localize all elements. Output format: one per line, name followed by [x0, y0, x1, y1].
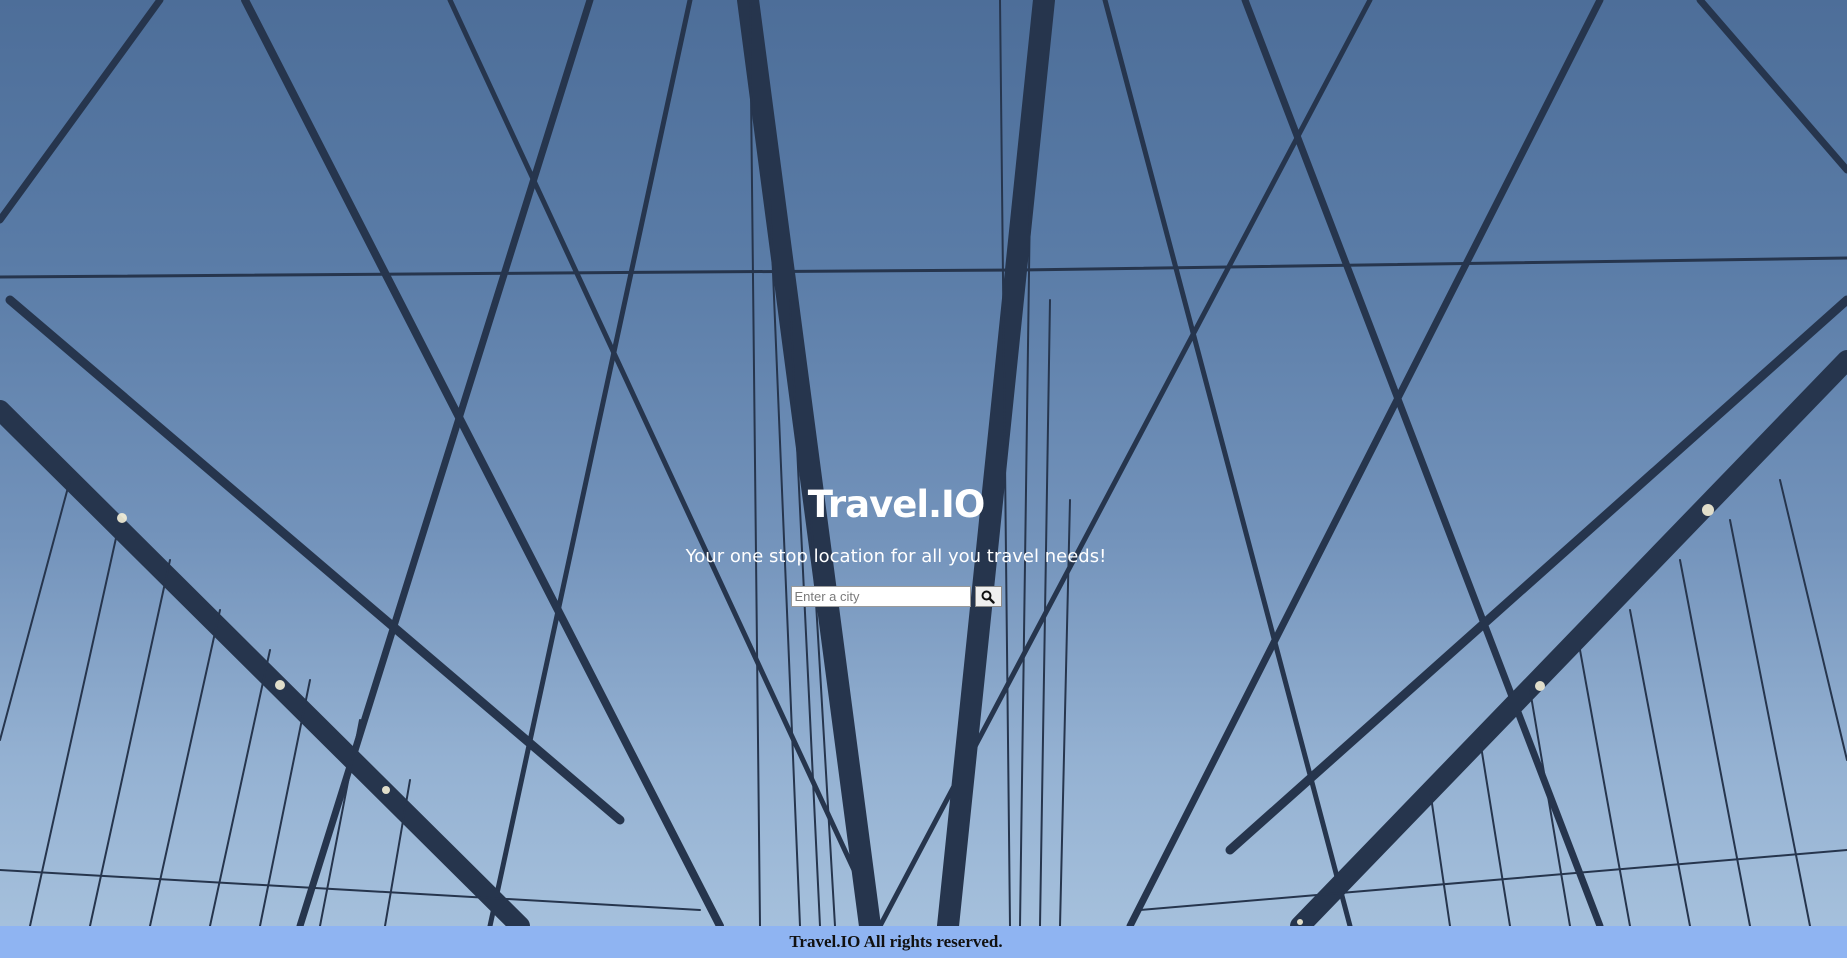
- hero-section: Travel.IO Your one stop location for all…: [0, 0, 1847, 926]
- search-icon: [981, 590, 995, 604]
- tagline: Your one stop location for all you trave…: [685, 546, 1107, 567]
- footer: Travel.IO All rights reserved.: [0, 926, 1847, 958]
- page: Travel.IO Your one stop location for all…: [0, 0, 1847, 958]
- city-search-input[interactable]: [790, 586, 971, 607]
- search-button[interactable]: [974, 586, 1002, 607]
- brand-title: Travel.IO: [807, 483, 986, 526]
- copyright-text: Travel.IO All rights reserved.: [789, 932, 1003, 951]
- bridge-background-image: [0, 0, 1847, 926]
- hero-content: Travel.IO Your one stop location for all…: [0, 478, 1792, 607]
- search-bar: [0, 586, 1792, 607]
